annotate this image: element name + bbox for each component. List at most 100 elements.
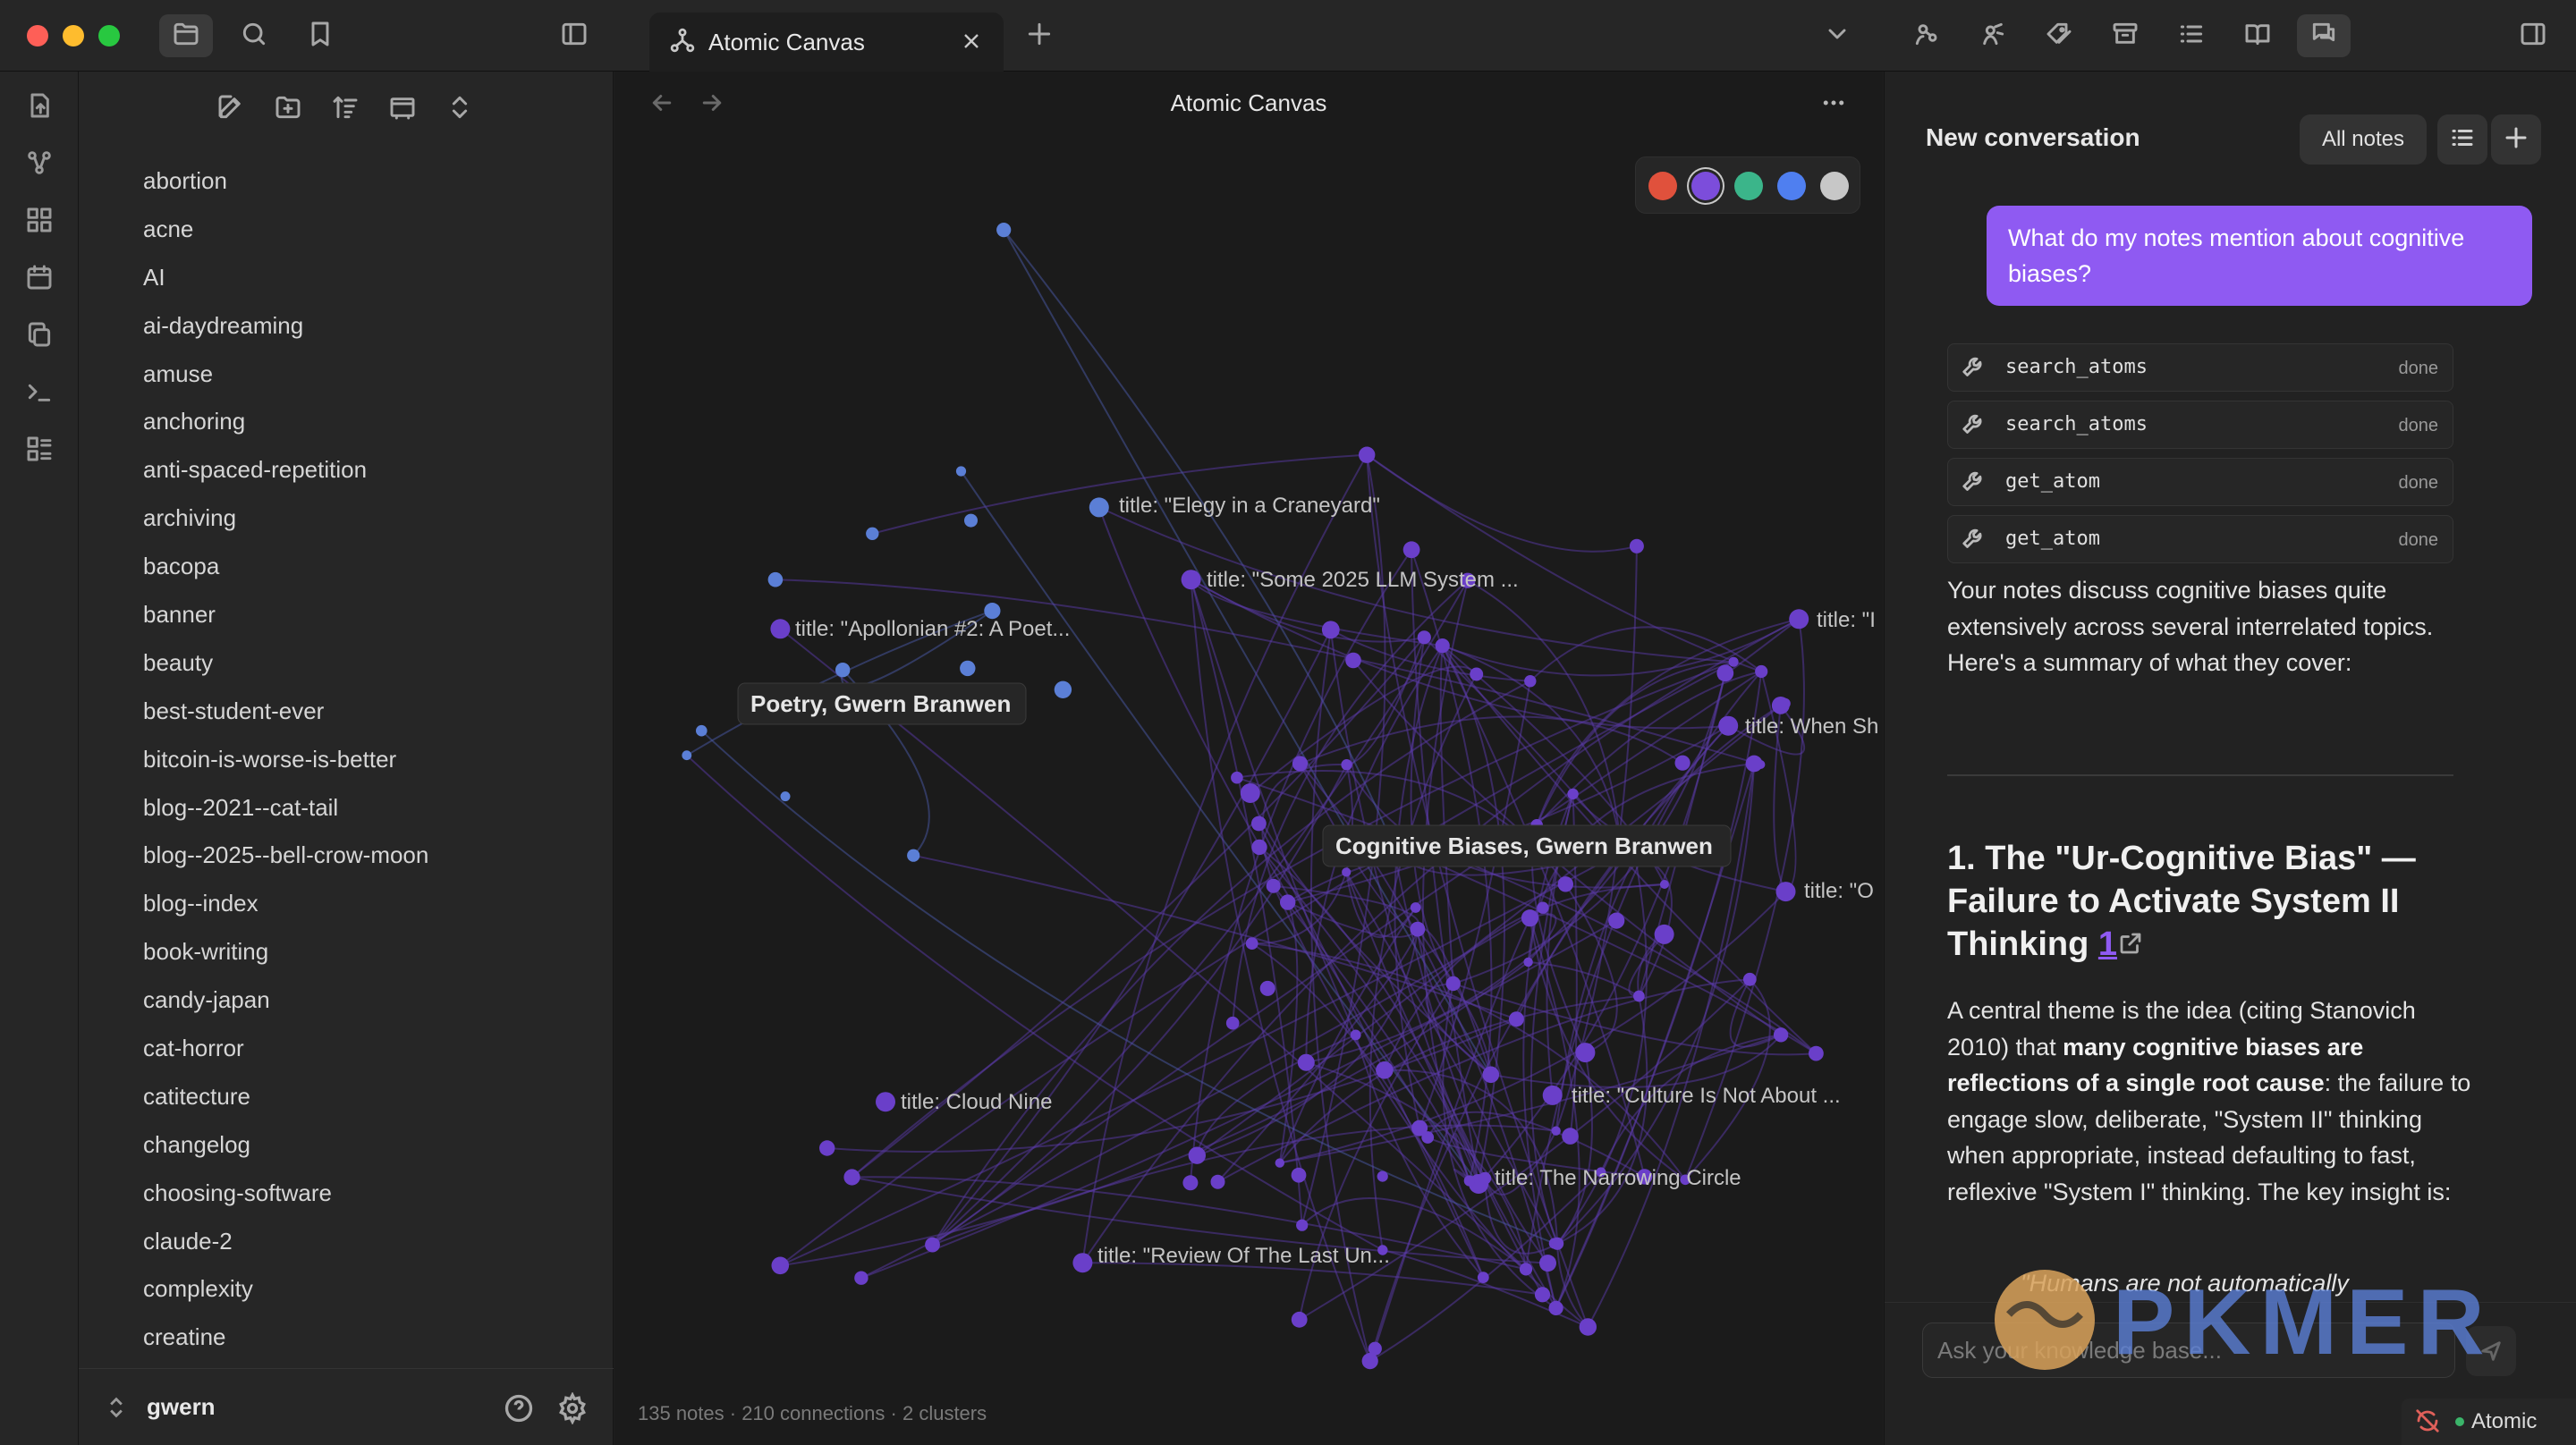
history-button[interactable] [2437, 114, 2487, 165]
folder-item[interactable]: bitcoin-is-worse-is-better [143, 736, 428, 784]
graph-node[interactable] [1210, 1174, 1225, 1189]
node-label[interactable]: title: "Elegy in a Craneyard" [1119, 494, 1380, 518]
graph-node[interactable] [1410, 902, 1421, 913]
color-swatch-purple[interactable] [1691, 172, 1720, 200]
graph-node[interactable] [1742, 972, 1757, 986]
graph-node[interactable] [955, 466, 967, 477]
folder-item[interactable]: claude-2 [143, 1218, 428, 1266]
graph-node[interactable] [1728, 656, 1739, 667]
graph-node[interactable] [1745, 755, 1763, 773]
graph-node[interactable] [1341, 759, 1352, 771]
minimize-window-button[interactable] [63, 25, 84, 46]
zoom-window-button[interactable] [98, 25, 120, 46]
graph-node[interactable] [1291, 1167, 1307, 1183]
folder-item[interactable]: changelog [143, 1121, 428, 1170]
graph-node[interactable] [1054, 680, 1072, 698]
auto-reveal-button[interactable] [383, 88, 422, 127]
graph-node[interactable] [1296, 1219, 1309, 1231]
graph-node[interactable] [1376, 1061, 1394, 1079]
graph-node[interactable] [1359, 446, 1376, 463]
sort-button[interactable] [326, 88, 365, 127]
folder-item[interactable]: book-writing [143, 928, 428, 976]
graph-node[interactable] [1089, 497, 1109, 518]
help-button[interactable] [503, 1392, 535, 1424]
graph-node[interactable] [771, 1256, 790, 1275]
graph-node[interactable] [1482, 1066, 1500, 1084]
graph-node[interactable] [1551, 1126, 1561, 1136]
new-conversation-button[interactable] [2491, 114, 2541, 165]
graph-node[interactable] [876, 1092, 895, 1112]
graph-node[interactable] [1251, 815, 1267, 832]
graph-node[interactable] [1231, 771, 1243, 784]
node-label[interactable]: title: "Culture Is Not About ... [1572, 1084, 1841, 1108]
graph-node[interactable] [1659, 880, 1669, 889]
graph-node[interactable] [843, 1169, 860, 1186]
daily-note-button[interactable] [20, 259, 59, 299]
graph-node[interactable] [1633, 990, 1645, 1002]
folder-item[interactable]: banner [143, 591, 428, 639]
graph-node[interactable] [1240, 783, 1260, 803]
node-label[interactable]: title: "Some 2025 LLM System ... [1207, 568, 1519, 592]
graph-node[interactable] [1548, 1300, 1563, 1315]
graph-node[interactable] [854, 1271, 869, 1285]
graph-node[interactable] [1350, 1029, 1361, 1041]
color-swatch-red[interactable] [1648, 172, 1677, 200]
color-swatch-gray[interactable] [1820, 172, 1849, 200]
knowledge-graph[interactable]: Poetry, Gwern Branwen Cognitive Biases, … [614, 72, 1883, 1445]
archive-button[interactable] [2098, 14, 2152, 57]
tab-list-button[interactable] [1810, 14, 1864, 57]
graph-node[interactable] [1539, 1255, 1556, 1272]
graph-node[interactable] [1410, 921, 1426, 937]
graph-node[interactable] [770, 619, 791, 639]
folder-item[interactable]: anchoring [143, 398, 428, 446]
graph-node[interactable] [1402, 541, 1420, 559]
graph-node[interactable] [1245, 937, 1258, 950]
graph-node[interactable] [1182, 1175, 1199, 1191]
graph-node[interactable] [960, 660, 976, 677]
file-explorer-button[interactable] [159, 14, 213, 57]
folder-item[interactable]: beauty [143, 639, 428, 688]
graph-node[interactable] [1321, 621, 1340, 639]
folder-item[interactable]: acne [143, 206, 428, 254]
graph-node[interactable] [1771, 697, 1790, 714]
graph-node[interactable] [1291, 1311, 1308, 1328]
citation-link[interactable]: 1 [2098, 925, 2117, 963]
graph-node[interactable] [1567, 788, 1579, 800]
graph-node[interactable] [1524, 675, 1537, 688]
graph-node[interactable] [996, 223, 1012, 238]
graph-node[interactable] [1521, 909, 1539, 927]
node-label[interactable]: title: "I [1817, 608, 1876, 632]
graph-node[interactable] [696, 724, 708, 737]
graph-node[interactable] [1477, 1272, 1489, 1283]
graph-node[interactable] [1718, 715, 1739, 736]
tool-call-row[interactable]: get_atom done [1947, 458, 2453, 506]
node-label[interactable]: title: "Review Of The Last Un... [1097, 1244, 1390, 1268]
graph-node[interactable] [1773, 1027, 1789, 1043]
graph-node[interactable] [1435, 638, 1450, 654]
tool-call-row[interactable]: search_atoms done [1947, 401, 2453, 449]
node-label[interactable]: title: "Apollonian #2: A Poet... [795, 617, 1070, 641]
chat-panel-button[interactable] [2297, 14, 2351, 57]
command-palette-button[interactable] [20, 374, 59, 413]
node-label[interactable]: title: When Sh [1745, 714, 1878, 739]
graph-node[interactable] [1251, 839, 1267, 856]
tool-call-row[interactable]: search_atoms done [1947, 343, 2453, 392]
reading-view-button[interactable] [2231, 14, 2284, 57]
graph-node[interactable] [866, 527, 879, 540]
close-tab-button[interactable] [957, 27, 986, 55]
graph-node[interactable] [767, 571, 784, 587]
graph-node[interactable] [1508, 1011, 1524, 1027]
graph-node[interactable] [819, 1140, 835, 1156]
cluster-label-cognitive-biases[interactable]: Cognitive Biases, Gwern Branwen [1335, 832, 1713, 859]
copy-button[interactable] [20, 317, 59, 356]
graph-node[interactable] [1551, 1237, 1564, 1250]
graph-b-button[interactable] [1966, 14, 2020, 57]
folder-item[interactable]: choosing-software [143, 1170, 428, 1218]
folder-item[interactable]: complexity [143, 1265, 428, 1314]
status-label[interactable]: Atomic [2471, 1409, 2537, 1434]
graph-node[interactable] [1716, 664, 1734, 682]
folder-item[interactable]: ai-daydreaming [143, 302, 428, 351]
graph-node[interactable] [1275, 1158, 1284, 1168]
graph-node[interactable] [1479, 1171, 1492, 1185]
canvas-button[interactable] [20, 202, 59, 241]
